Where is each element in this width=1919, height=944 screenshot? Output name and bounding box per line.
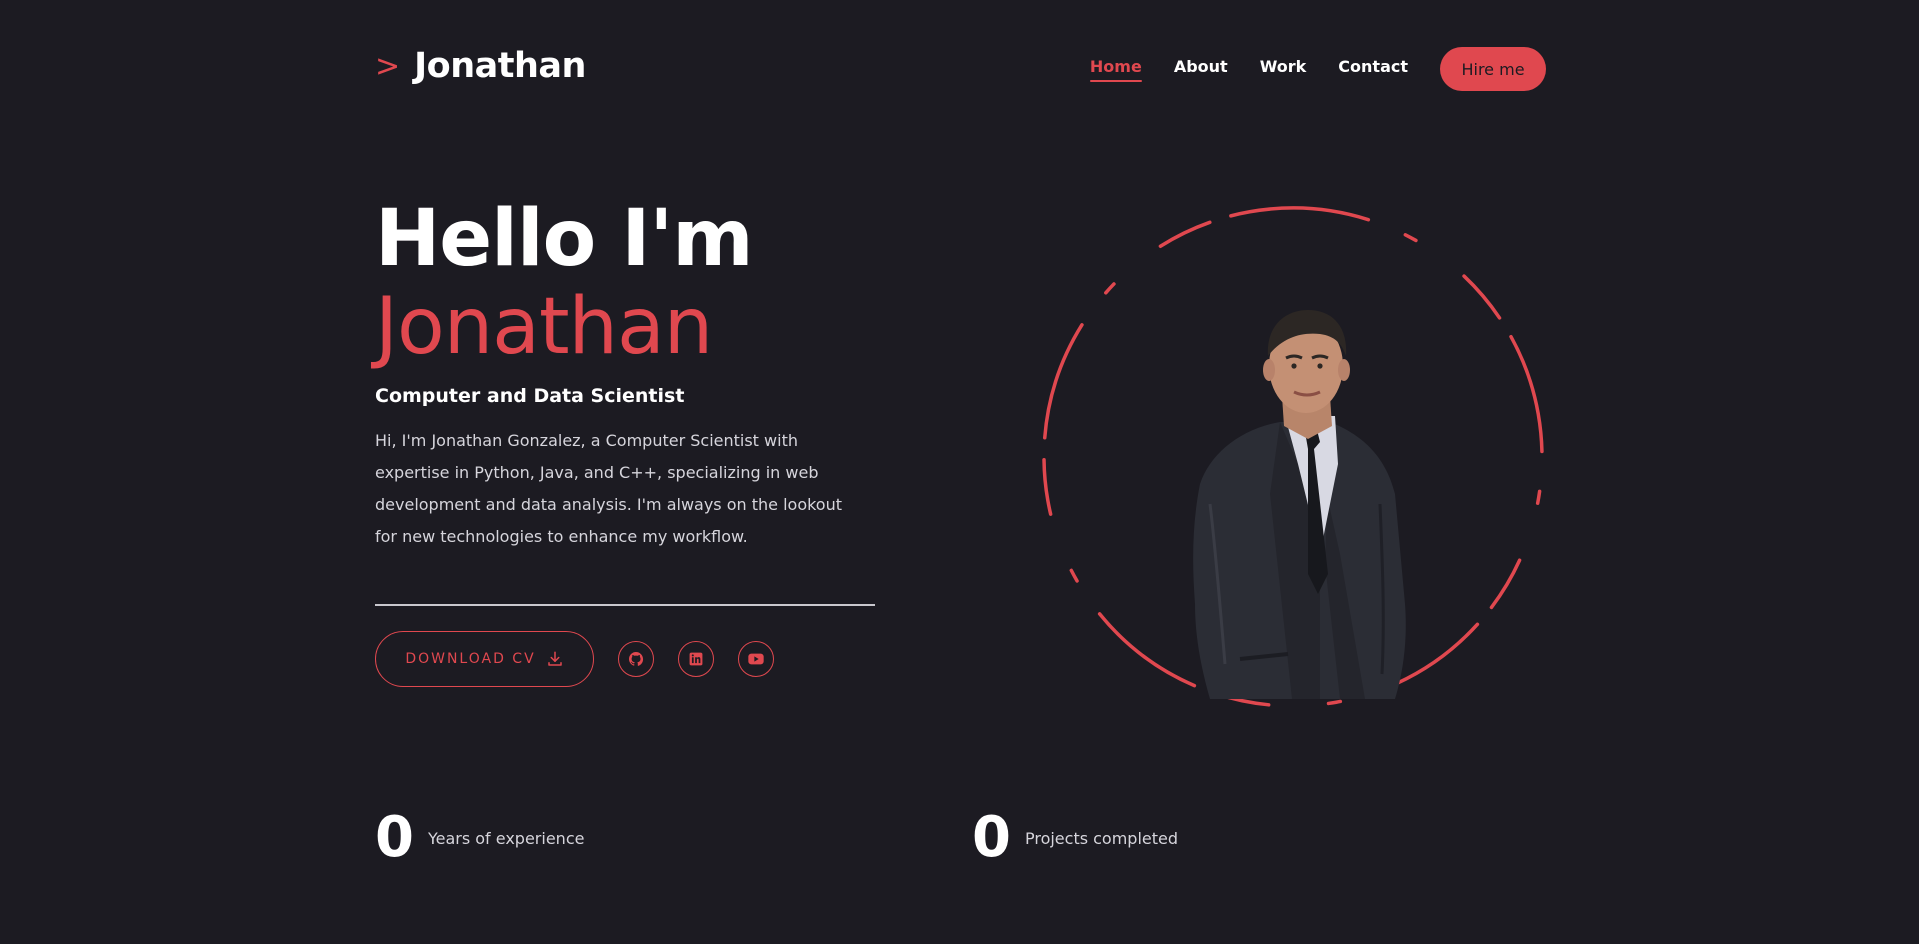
hero-greeting: Hello I'm (375, 194, 754, 284)
download-icon (547, 651, 562, 666)
nav-link-home[interactable]: Home (1089, 57, 1142, 82)
stat-experience-value: 0 (375, 805, 414, 870)
site-header: > Jonathan Home About Work Contact Hire … (375, 44, 1546, 94)
linkedin-icon (689, 652, 703, 666)
logo[interactable]: > Jonathan (375, 49, 586, 84)
stats-row: 0 Years of experience 0 Projects complet… (375, 810, 1546, 870)
download-cv-label: DOWNLOAD CV (405, 651, 536, 667)
stat-projects-label: Projects completed (1024, 828, 1179, 848)
hire-me-button[interactable]: Hire me (1440, 47, 1546, 91)
hero-actions: DOWNLOAD CV (375, 631, 774, 687)
youtube-link[interactable] (738, 641, 774, 677)
youtube-icon (748, 653, 764, 665)
nav-link-about[interactable]: About (1174, 57, 1228, 82)
nav-link-work[interactable]: Work (1260, 57, 1307, 82)
nav-link-contact[interactable]: Contact (1338, 57, 1408, 82)
github-link[interactable] (618, 641, 654, 677)
download-cv-button[interactable]: DOWNLOAD CV (375, 631, 594, 687)
stat-experience: 0 Years of experience (375, 810, 584, 866)
hero-intro: Hello I'm Jonathan Computer and Data Sci… (375, 195, 875, 569)
hero-role: Computer and Data Scientist (375, 385, 685, 407)
hero-bio: Hi, I'm Jonathan Gonzalez, a Computer Sc… (375, 431, 842, 546)
stat-experience-label: Years of experience (427, 828, 585, 848)
portrait-image (1193, 310, 1406, 699)
hero-divider (375, 604, 875, 606)
logo-name: Jonathan (414, 46, 586, 86)
logo-chevron: > (375, 48, 401, 84)
stat-projects-value: 0 (972, 805, 1011, 870)
linkedin-link[interactable] (678, 641, 714, 677)
github-icon (629, 652, 644, 666)
main-nav: Home About Work Contact Hire me (1089, 47, 1546, 91)
hero-portrait-area (1040, 204, 1546, 710)
stat-projects: 0 Projects completed (972, 810, 1178, 866)
hero-name: Jonathan (375, 282, 713, 372)
